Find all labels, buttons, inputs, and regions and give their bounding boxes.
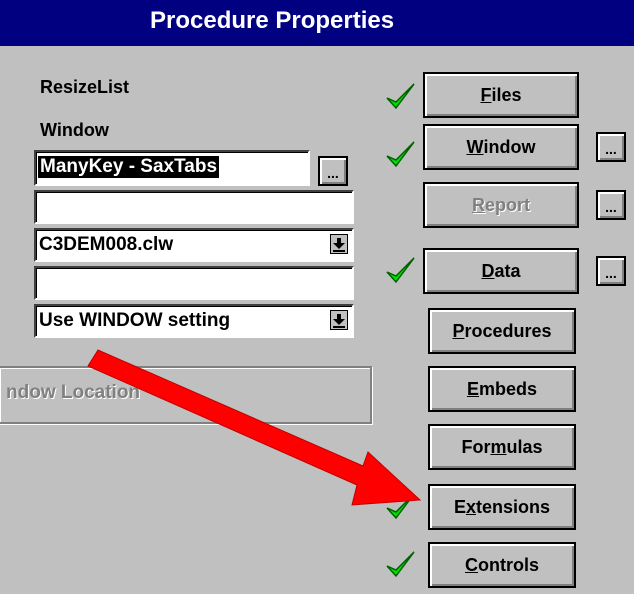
procedures-button-label-accel: P [452,320,465,341]
window-location-group[interactable]: ndow Location [0,366,372,424]
formulas-button[interactable]: For m ulas [428,424,576,470]
data-button[interactable]: Data [423,248,579,294]
extensions-button[interactable]: Ex tensions [428,484,576,530]
down-arrow-icon [333,238,345,252]
window-button[interactable]: Window [423,124,579,170]
controls-button-label-accel: C [465,554,478,575]
checkmark-icon [386,493,415,520]
window-field[interactable]: ManyKey - SaxTabs [34,150,310,186]
window-button-label-accel: W [466,136,484,157]
data-button-label-accel: D [481,260,495,281]
controls-button-label-post: ontrols [478,554,539,575]
title-bar: Procedure Properties [0,0,641,46]
dropdown-arrow-icon[interactable] [330,310,348,330]
window-label: Window [40,120,109,140]
checkmark-icon [386,83,415,110]
checkmark-icon [386,551,415,578]
file-combo-value: C3DEM008.clw [39,234,174,255]
extensions-button-label-accel: x [465,496,476,517]
extensions-button-label-pre: E [453,496,466,517]
files-button-label-accel: F [480,84,492,105]
window-location-label: ndow Location [6,382,141,403]
ellipsis-text: ... [605,141,617,157]
files-button[interactable]: Files [423,72,579,118]
extensions-button-label-post: tensions [476,496,551,517]
ellipsis-text: ... [605,199,617,215]
window-setting-combo[interactable]: Use WINDOW setting [34,304,354,338]
controls-button[interactable]: Controls [428,542,576,588]
window-button-label-post: indow [483,136,536,157]
data-button-label-post: ata [494,260,521,281]
bottom-margin [0,594,641,601]
checkmark-icon [386,141,415,168]
window-field-value: ManyKey - SaxTabs [38,156,220,178]
embeds-button[interactable]: Embeds [428,366,576,412]
embeds-button-label-post: mbeds [478,378,538,399]
formulas-button-label-accel: m [490,436,507,457]
text-field-2[interactable] [34,190,354,224]
ellipsis-text: ... [605,265,617,281]
report-options-button[interactable]: ... [596,190,626,220]
procedures-button-label-post: rocedures [464,320,552,341]
files-button-label-post: iles [491,84,522,105]
window-setting-value: Use WINDOW setting [39,310,231,331]
formulas-button-label-pre: For [461,436,491,457]
dialog-title: Procedure Properties [150,7,395,34]
report-button-label-accel: R [472,194,485,215]
report-button: Report [423,182,579,228]
window-options-button[interactable]: ... [596,132,626,162]
file-combo[interactable]: C3DEM008.clw [34,228,354,262]
procedures-button[interactable]: Procedures [428,308,576,354]
text-field-4[interactable] [34,266,354,300]
procedure-properties-dialog: Procedure Properties ResizeList Window M… [0,0,641,601]
embeds-button-label-accel: E [466,378,479,399]
data-options-button[interactable]: ... [596,256,626,286]
right-margin [634,0,641,601]
formulas-button-label-post: ulas [506,436,543,457]
dropdown-arrow-icon[interactable] [330,234,348,254]
down-arrow-icon [333,314,345,328]
report-button-label-post: eport [485,194,530,215]
window-browse-button[interactable]: ... [318,156,348,186]
checkmark-icon [386,257,415,284]
ellipsis-text: ... [327,165,339,181]
procedure-name-label: ResizeList [40,77,130,97]
